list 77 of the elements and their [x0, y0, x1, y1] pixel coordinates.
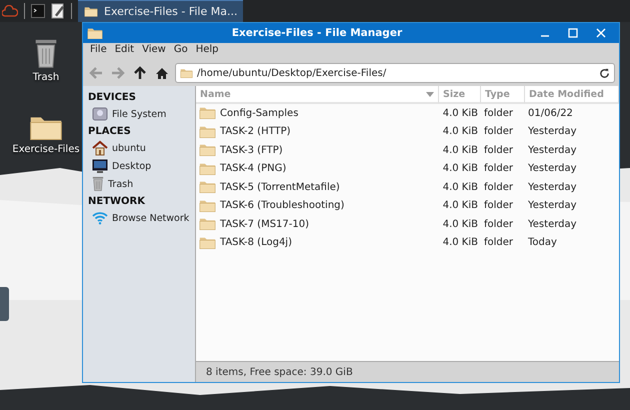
type-cell-text: folder [483, 144, 514, 158]
type-cell-text: folder [483, 180, 514, 195]
file-name-cell[interactable]: TASK-8 (Log4j) [196, 234, 439, 252]
wifi-icon [92, 211, 108, 225]
location-field[interactable]: /home/ubuntu/Desktop/Exercise-Files/ [175, 63, 615, 83]
folder-icon [199, 143, 216, 158]
date-cell-text: Yesterday [527, 199, 578, 214]
type-cell-text: folder [483, 236, 514, 250]
date-cell-text: 01/06/22 [527, 106, 574, 121]
sort-arrow-icon [426, 92, 434, 96]
folder-icon [180, 68, 193, 78]
window-title: Exercise-Files - File Manager [230, 27, 404, 39]
folder-icon [199, 236, 216, 250]
file-name-cell[interactable]: TASK-2 (HTTP) [196, 122, 439, 141]
sidebar-item[interactable]: File System [88, 105, 190, 123]
size-cell-text: 4.0 KiB [442, 236, 479, 250]
minimize-icon [541, 35, 549, 37]
desktop-icon-label[interactable]: Trash [32, 72, 60, 84]
sidebar-heading: DEVICES [88, 90, 137, 104]
sidebar-heading: NETWORK [88, 194, 146, 208]
folder-icon [199, 162, 216, 176]
folder-icon [199, 217, 216, 232]
sidebar-item[interactable]: Desktop [88, 157, 190, 175]
menu-item[interactable]: Help [192, 44, 222, 59]
folder-icon [199, 124, 216, 139]
folder-icon [199, 106, 216, 120]
folder-icon [199, 198, 216, 213]
file-name-cell[interactable]: Config-Samples [196, 104, 439, 122]
desktop-icon-label[interactable]: Exercise-Files [12, 144, 80, 156]
size-cell-text: 4.0 KiB [442, 106, 479, 121]
text-editor-icon[interactable] [51, 3, 65, 19]
date-cell-text: Yesterday [527, 162, 578, 176]
type-cell-text: folder [483, 125, 514, 140]
close-icon [596, 28, 606, 38]
maximize-icon [568, 28, 578, 38]
sidebar-item[interactable]: Trash [88, 175, 190, 193]
panel-handle[interactable] [0, 287, 9, 321]
size-cell-text: 4.0 KiB [442, 162, 479, 176]
menu-item[interactable]: View [139, 44, 169, 59]
size-cell-text: 4.0 KiB [442, 199, 479, 214]
file-name-cell[interactable]: TASK-6 (Troubleshooting) [196, 196, 439, 215]
type-cell-text: folder [483, 106, 514, 121]
taskbar-button[interactable]: Exercise-Files - File Ma... [78, 0, 244, 22]
cloud-icon[interactable] [2, 5, 18, 17]
size-cell-text: 4.0 KiB [442, 218, 479, 232]
size-cell-text: 4.0 KiB [442, 125, 479, 140]
status-text: 8 items, Free space: 39.0 GiB [206, 366, 353, 378]
monitor-icon [92, 158, 108, 174]
folder-icon [84, 6, 98, 18]
size-cell-text: 4.0 KiB [442, 144, 479, 158]
reload-icon[interactable] [599, 68, 610, 78]
file-name-cell[interactable]: TASK-7 (MS17-10) [196, 215, 439, 234]
file-name-cell[interactable]: TASK-3 (FTP) [196, 141, 439, 160]
menu-item[interactable]: Go [170, 44, 191, 59]
type-cell-text: folder [483, 162, 514, 176]
menu-item[interactable]: Edit [112, 44, 138, 59]
sidebar-item[interactable]: Browse Network [88, 209, 190, 227]
drive-icon [92, 106, 108, 122]
date-cell-text: Yesterday [527, 125, 578, 140]
sidebar-heading: PLACES [88, 124, 132, 138]
date-cell-text: Today [527, 236, 558, 250]
date-cell-text: Yesterday [527, 144, 578, 158]
type-cell-text: folder [483, 199, 514, 214]
trash-icon [92, 176, 104, 192]
type-cell-text: folder [483, 218, 514, 232]
folder-icon [199, 180, 216, 194]
menu-item[interactable]: File [87, 44, 110, 59]
home-icon [92, 140, 108, 156]
terminal-icon[interactable] [31, 4, 45, 18]
date-cell-text: Yesterday [527, 180, 578, 195]
size-cell-text: 4.0 KiB [442, 180, 479, 195]
date-cell-text: Yesterday [527, 218, 578, 232]
file-name-cell[interactable]: TASK-4 (PNG) [196, 160, 439, 178]
sidebar-item[interactable]: ubuntu [88, 139, 190, 157]
trash-icon [34, 38, 58, 70]
file-name-cell[interactable]: TASK-5 (TorrentMetafile) [196, 178, 439, 196]
folder-icon [87, 26, 103, 40]
